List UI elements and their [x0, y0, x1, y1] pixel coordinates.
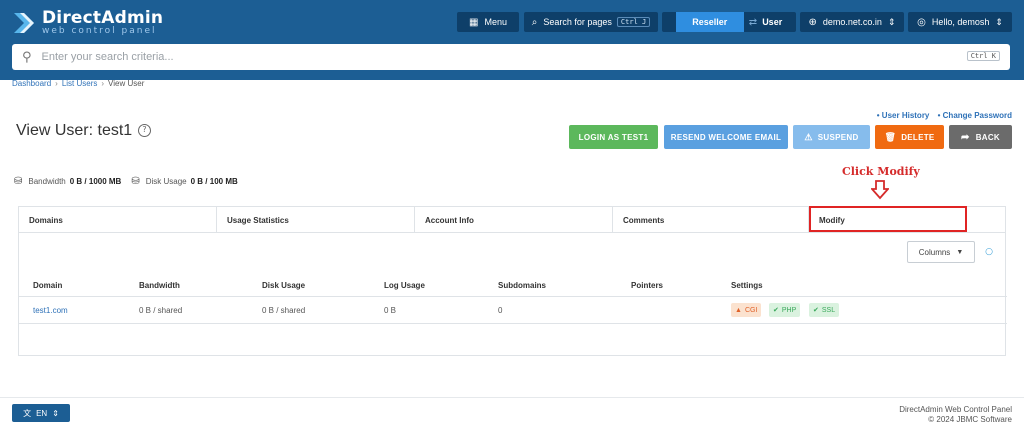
- chevron-updown-icon: ⇕: [52, 408, 59, 418]
- tab-comments[interactable]: Comments: [613, 207, 809, 233]
- columns-dropdown[interactable]: Columns ▼: [907, 241, 975, 263]
- brand-subtitle: web control panel: [42, 26, 157, 36]
- resend-welcome-email-button[interactable]: RESEND WELCOME EMAIL: [664, 125, 788, 149]
- row-disk-usage: 0 B / shared: [262, 306, 306, 315]
- col-settings[interactable]: Settings: [731, 281, 763, 290]
- col-disk-usage[interactable]: Disk Usage: [262, 281, 305, 290]
- delete-button[interactable]: 🗑 DELETE: [875, 125, 944, 149]
- logo[interactable]: DirectAdmin web control panel: [12, 10, 163, 36]
- user-menu[interactable]: ◎ Hello, demosh ⇕: [908, 12, 1012, 32]
- refresh-icon[interactable]: ○: [985, 247, 993, 257]
- search-bar[interactable]: ⚲ Enter your search criteria... Ctrl K: [12, 44, 1010, 70]
- search-pages-button[interactable]: ⌕ Search for pages Ctrl J: [524, 12, 658, 32]
- page-title: View User: test1: [16, 122, 133, 139]
- user-toggle[interactable]: User: [762, 17, 782, 27]
- grid-icon: ▦: [469, 16, 479, 28]
- change-password-link[interactable]: • Change Password: [938, 111, 1012, 120]
- disk-usage-value: 0 B / 100 MB: [190, 177, 238, 186]
- translate-icon: 文: [23, 408, 32, 418]
- domain-link[interactable]: test1.com: [33, 306, 68, 315]
- search-shortcut: Ctrl K: [966, 51, 1000, 61]
- breadcrumb-separator: ›: [101, 79, 105, 88]
- search-icon: ⌕: [531, 16, 538, 28]
- help-icon[interactable]: ?: [138, 124, 151, 137]
- tab-domains[interactable]: Domains: [19, 207, 217, 233]
- top-header: DirectAdmin web control panel ▦ Menu ⌕ S…: [0, 0, 1024, 80]
- login-as-button[interactable]: LOGIN AS TEST1: [569, 125, 658, 149]
- domain-select[interactable]: ⊕ demo.net.co.in ⇕: [800, 12, 904, 32]
- footer-text: DirectAdmin Web Control Panel © 2024 JBM…: [899, 405, 1012, 424]
- warning-icon: ⚠: [804, 131, 813, 142]
- directadmin-logo-icon: [12, 11, 36, 35]
- caret-down-icon: ▼: [956, 248, 964, 256]
- swap-icon: ⇄: [748, 16, 758, 28]
- modify-highlight-box: [809, 206, 967, 232]
- search-input[interactable]: Enter your search criteria...: [42, 51, 174, 63]
- col-subdomains[interactable]: Subdomains: [498, 281, 546, 290]
- search-icon: ⚲: [22, 49, 32, 65]
- arrow-down-icon: [869, 180, 891, 204]
- language-select[interactable]: 文 EN ⇕: [12, 404, 70, 422]
- breadcrumb-separator: ›: [55, 79, 58, 88]
- php-badge: ✔ PHP: [769, 303, 801, 317]
- check-icon: ✔: [813, 307, 819, 314]
- cgi-badge: ▲ CGI: [731, 303, 762, 317]
- trash-icon: 🗑: [884, 131, 897, 142]
- breadcrumb-dashboard[interactable]: Dashboard: [12, 79, 51, 88]
- brand-title: DirectAdmin: [42, 8, 164, 28]
- breadcrumb-list-users[interactable]: List Users: [62, 79, 98, 88]
- footer-divider: [0, 397, 1024, 398]
- breadcrumb: Dashboard › List Users › View User: [12, 79, 144, 88]
- usage-stats: ⛁ Bandwidth 0 B / 1000 MB ⛁ Disk Usage 0…: [14, 176, 238, 187]
- col-log-usage[interactable]: Log Usage: [384, 281, 425, 290]
- role-switch[interactable]: Reseller ⇄ User: [662, 12, 796, 32]
- chevron-updown-icon: ⇕: [995, 16, 1003, 27]
- bandwidth-value: 0 B / 1000 MB: [69, 177, 122, 186]
- user-icon: ◎: [917, 16, 926, 28]
- annotation-label: Click Modify: [842, 165, 920, 178]
- user-history-link[interactable]: • User History: [877, 111, 930, 120]
- suspend-button[interactable]: ⚠ SUSPEND: [793, 125, 870, 149]
- warning-icon: ▲: [735, 306, 742, 314]
- database-icon: ⛁: [14, 176, 23, 187]
- user-links: • User History • Change Password: [871, 111, 1012, 120]
- tab-usage-statistics[interactable]: Usage Statistics: [217, 207, 415, 233]
- col-bandwidth[interactable]: Bandwidth: [139, 281, 180, 290]
- arrow-back-icon: ➦: [961, 131, 970, 143]
- user-panel: Domains Usage Statistics Account Info Co…: [18, 206, 1007, 356]
- table-row: test1.com 0 B / shared 0 B / shared 0 B …: [19, 298, 1007, 324]
- globe-icon: ⊕: [808, 16, 817, 28]
- chevron-updown-icon: ⇕: [887, 16, 896, 27]
- check-icon: ✔: [773, 307, 779, 314]
- row-subdomains: 0: [498, 306, 503, 315]
- back-button[interactable]: ➦ BACK: [949, 125, 1012, 149]
- col-domain[interactable]: Domain: [33, 281, 62, 290]
- row-log-usage: 0 B: [384, 306, 397, 315]
- menu-button[interactable]: ▦ Menu: [457, 12, 519, 32]
- ssl-badge: ✔ SSL: [809, 303, 840, 317]
- breadcrumb-current: View User: [108, 79, 145, 88]
- database-icon: ⛁: [131, 176, 140, 187]
- reseller-toggle[interactable]: Reseller: [675, 12, 744, 32]
- col-pointers[interactable]: Pointers: [631, 281, 663, 290]
- table-header: Domain Bandwidth Disk Usage Log Usage Su…: [19, 277, 1007, 297]
- row-bandwidth: 0 B / shared: [139, 306, 183, 315]
- tab-account-info[interactable]: Account Info: [415, 207, 613, 233]
